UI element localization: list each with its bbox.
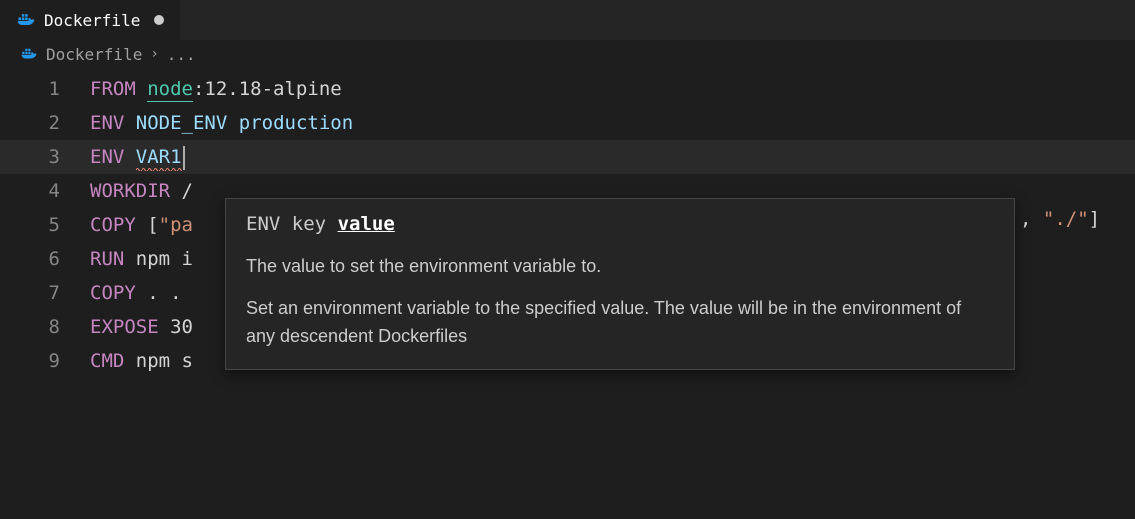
breadcrumb-filename[interactable]: Dockerfile (46, 45, 142, 64)
code-line[interactable]: 2 ENV NODE_ENV production (0, 106, 1135, 140)
breadcrumb-rest[interactable]: ... (167, 45, 196, 64)
line-number: 5 (0, 208, 90, 242)
breadcrumb[interactable]: Dockerfile › ... (0, 40, 1135, 68)
code-line[interactable]: 1 FROM node:12.18-alpine (0, 72, 1135, 106)
tooltip-instruction-description: Set an environment variable to the speci… (246, 295, 994, 351)
line-number: 1 (0, 72, 90, 106)
unsaved-indicator-icon (154, 15, 164, 25)
signature-help-tooltip: ENV key value The value to set the envir… (225, 198, 1015, 370)
text-cursor (183, 146, 185, 170)
line-number: 3 (0, 140, 90, 174)
line-number: 8 (0, 310, 90, 344)
tab-filename: Dockerfile (44, 11, 140, 30)
docker-icon (20, 45, 38, 63)
editor-tab-dockerfile[interactable]: Dockerfile (0, 0, 180, 40)
tooltip-param-description: The value to set the environment variabl… (246, 253, 994, 281)
docker-icon (16, 10, 36, 30)
tab-bar: Dockerfile (0, 0, 1135, 40)
line-number: 9 (0, 344, 90, 378)
line-number: 6 (0, 242, 90, 276)
line-number: 4 (0, 174, 90, 208)
code-fragment-trailing: , "./"] (1020, 208, 1100, 230)
chevron-right-icon: › (150, 46, 158, 62)
tooltip-signature: ENV key value (246, 213, 994, 235)
code-line-current[interactable]: 3 ENV VAR1 (0, 140, 1135, 174)
line-number: 7 (0, 276, 90, 310)
line-number: 2 (0, 106, 90, 140)
